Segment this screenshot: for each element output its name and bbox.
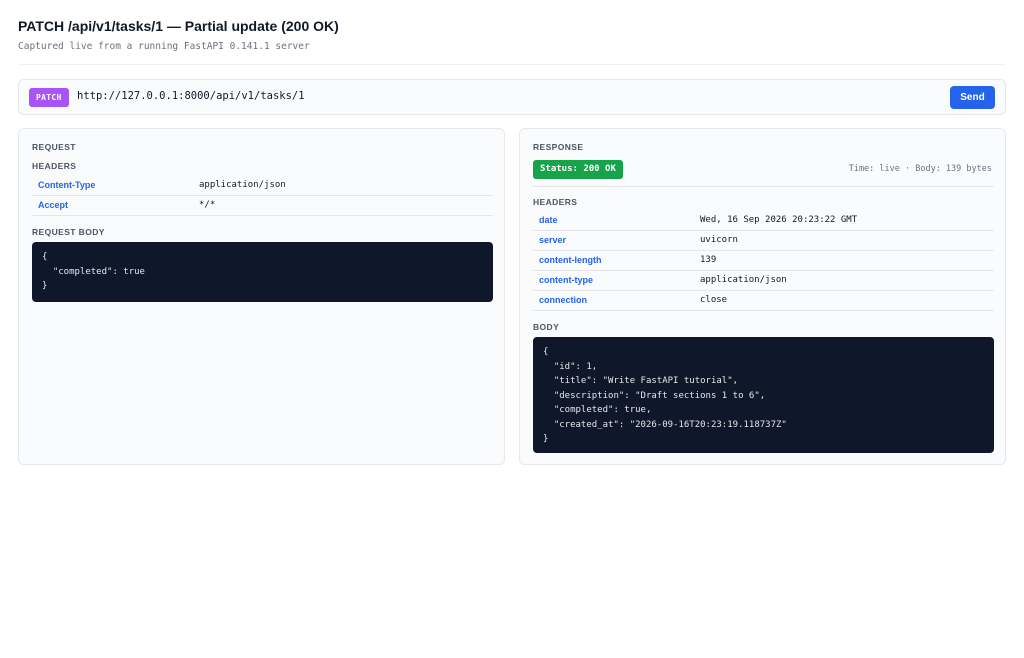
- response-body-code: { "id": 1, "title": "Write FastAPI tutor…: [533, 337, 994, 453]
- response-meta: Time: live · Body: 139 bytes: [848, 164, 992, 174]
- request-headers-label: HEADERS: [32, 161, 77, 171]
- request-header-row: Accept */*: [32, 196, 493, 216]
- request-url[interactable]: http://127.0.0.1:8000/api/v1/tasks/1: [77, 90, 305, 102]
- response-body-label: BODY: [533, 322, 560, 332]
- page-subtitle: Captured live from a running FastAPI 0.1…: [18, 41, 310, 52]
- response-header-row: connection close: [533, 291, 994, 311]
- status-badge: Status: 200 OK: [533, 160, 623, 179]
- http-method-badge[interactable]: PATCH: [29, 88, 69, 107]
- send-button[interactable]: Send: [950, 86, 995, 109]
- title-divider: [18, 64, 1006, 65]
- response-header-key: date: [539, 215, 558, 225]
- response-header-row: content-length 139: [533, 251, 994, 271]
- status-divider: [533, 186, 994, 187]
- response-header-key: server: [539, 235, 567, 245]
- response-panel: RESPONSE Status: 200 OK Time: live · Bod…: [519, 128, 1006, 465]
- request-body-label: REQUEST BODY: [32, 227, 105, 237]
- response-header-value: close: [700, 295, 728, 305]
- response-headers-table: date Wed, 16 Sep 2026 20:23:22 GMT serve…: [533, 211, 994, 311]
- request-panel: REQUEST HEADERS Content-Type application…: [18, 128, 505, 465]
- request-body-code: { "completed": true }: [32, 242, 493, 302]
- response-header-row: content-type application/json: [533, 271, 994, 291]
- response-section-label: RESPONSE: [533, 142, 584, 152]
- response-header-row: server uvicorn: [533, 231, 994, 251]
- request-section-label: REQUEST: [32, 142, 76, 152]
- page-title: PATCH /api/v1/tasks/1 — Partial update (…: [18, 18, 339, 34]
- response-header-value: application/json: [700, 275, 787, 285]
- response-header-key: connection: [539, 295, 588, 305]
- request-header-value: application/json: [199, 180, 286, 190]
- response-header-key: content-type: [539, 275, 593, 285]
- request-header-key: Accept: [38, 200, 69, 210]
- request-url-bar: PATCH http://127.0.0.1:8000/api/v1/tasks…: [18, 79, 1006, 115]
- response-header-key: content-length: [539, 255, 602, 265]
- response-header-value: uvicorn: [700, 235, 738, 245]
- request-header-key: Content-Type: [38, 180, 96, 190]
- request-header-value: */*: [199, 200, 216, 210]
- response-headers-label: HEADERS: [533, 197, 578, 207]
- request-headers-table: Content-Type application/json Accept */*: [32, 176, 493, 216]
- request-header-row: Content-Type application/json: [32, 176, 493, 196]
- response-header-row: date Wed, 16 Sep 2026 20:23:22 GMT: [533, 211, 994, 231]
- response-header-value: Wed, 16 Sep 2026 20:23:22 GMT: [700, 215, 858, 225]
- response-header-value: 139: [700, 255, 717, 265]
